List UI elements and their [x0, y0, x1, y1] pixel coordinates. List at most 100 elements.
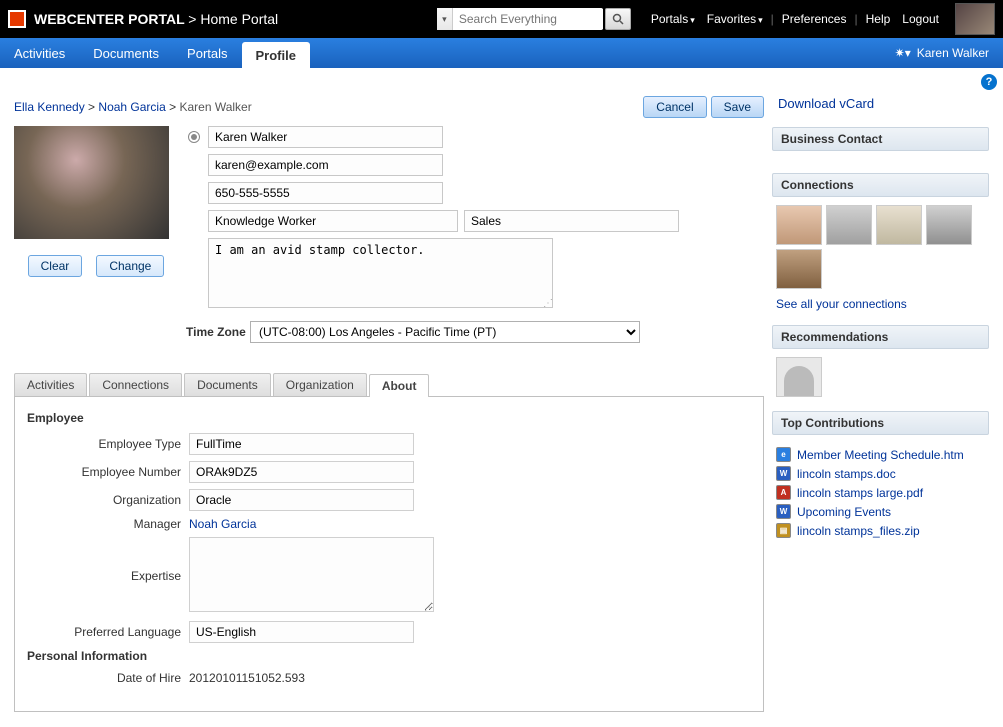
breadcrumb-current: Karen Walker — [179, 100, 251, 114]
top-links: Portals▾ Favorites▾ | Preferences | Help… — [645, 12, 945, 26]
gear-icon: ✷▾ — [895, 46, 911, 60]
expertise-label: Expertise — [27, 569, 189, 583]
file-doc-icon: W — [776, 504, 791, 519]
business-contact-header: Business Contact — [772, 127, 989, 151]
connection-avatar[interactable] — [926, 205, 972, 245]
connections-header: Connections — [772, 173, 989, 197]
department-input[interactable] — [464, 210, 679, 232]
connection-avatar[interactable] — [776, 205, 822, 245]
resize-grip-icon[interactable]: ⋰ — [543, 298, 551, 309]
file-link[interactable]: Member Meeting Schedule.htm — [797, 448, 964, 462]
manager-label: Manager — [27, 517, 189, 531]
file-doc-icon: W — [776, 466, 791, 481]
list-item: e Member Meeting Schedule.htm — [776, 447, 985, 462]
cancel-button[interactable]: Cancel — [643, 96, 706, 118]
search-scope-dropdown[interactable]: ▾ — [437, 8, 453, 30]
app-name: WEBCENTER PORTAL — [34, 11, 184, 27]
global-search: ▾ — [437, 8, 603, 30]
tab-about[interactable]: About — [369, 374, 430, 397]
hire-label: Date of Hire — [27, 671, 189, 685]
nav-user-name: Karen Walker — [917, 46, 989, 60]
list-item: Wlincoln stamps.doc — [776, 466, 985, 481]
download-vcard-link[interactable]: Download vCard — [778, 96, 989, 111]
tab-activities[interactable]: Activities — [14, 373, 87, 396]
list-item: W Upcoming Events — [776, 504, 985, 519]
emp-type-field[interactable] — [189, 433, 414, 455]
logo-icon — [8, 10, 26, 28]
recommendations-header: Recommendations — [772, 325, 989, 349]
personal-section-title: Personal Information — [27, 649, 751, 663]
app-section: Home Portal — [200, 11, 278, 27]
file-link[interactable]: lincoln stamps_files.zip — [797, 524, 920, 538]
emp-num-label: Employee Number — [27, 465, 189, 479]
emp-num-field[interactable] — [189, 461, 414, 483]
favorites-menu[interactable]: Favorites▾ — [707, 12, 763, 26]
save-button[interactable]: Save — [711, 96, 764, 118]
nav-documents[interactable]: Documents — [79, 38, 173, 68]
employee-section-title: Employee — [27, 411, 751, 425]
emp-type-label: Employee Type — [27, 437, 189, 451]
logout-link[interactable]: Logout — [902, 12, 939, 26]
portals-menu[interactable]: Portals▾ — [651, 12, 695, 26]
nav-user-menu[interactable]: ✷▾ Karen Walker — [895, 38, 1003, 68]
tab-documents[interactable]: Documents — [184, 373, 271, 396]
profile-photo — [14, 126, 169, 239]
phone-input[interactable] — [208, 182, 443, 204]
connections-list — [776, 205, 985, 289]
breadcrumb-link-1[interactable]: Ella Kennedy — [14, 100, 85, 114]
hire-value: 20120101151052.593 — [189, 671, 305, 685]
preferences-link[interactable]: Preferences — [782, 12, 847, 26]
current-user-avatar[interactable] — [955, 3, 995, 35]
contributions-list: e Member Meeting Schedule.htm Wlincoln st… — [776, 447, 985, 538]
top-bar: WEBCENTER PORTAL > Home Portal ▾ Portals… — [0, 0, 1003, 38]
clear-photo-button[interactable]: Clear — [28, 255, 83, 277]
bio-textarea[interactable] — [208, 238, 553, 308]
list-item: Alincoln stamps large.pdf — [776, 485, 985, 500]
top-contributions-header: Top Contributions — [772, 411, 989, 435]
lang-field[interactable] — [189, 621, 414, 643]
main-nav: Activities Documents Portals Profile ✷▾ … — [0, 38, 1003, 68]
search-icon — [612, 13, 624, 25]
connection-avatar[interactable] — [776, 249, 822, 289]
name-input[interactable] — [208, 126, 443, 148]
recommendation-avatar[interactable] — [776, 357, 822, 397]
timezone-label: Time Zone — [186, 325, 250, 339]
tab-connections[interactable]: Connections — [89, 373, 182, 396]
connection-avatar[interactable] — [826, 205, 872, 245]
person-silhouette-icon — [784, 366, 814, 396]
nav-profile[interactable]: Profile — [242, 42, 310, 68]
search-input[interactable] — [453, 9, 603, 29]
app-title: WEBCENTER PORTAL > Home Portal — [34, 11, 278, 27]
list-item: ▤ lincoln stamps_files.zip — [776, 523, 985, 538]
nav-activities[interactable]: Activities — [0, 38, 79, 68]
resize-grip-icon[interactable]: ⋰ — [424, 602, 432, 613]
breadcrumb: Ella Kennedy > Noah Garcia > Karen Walke… — [14, 100, 252, 114]
connection-avatar[interactable] — [876, 205, 922, 245]
file-link[interactable]: lincoln stamps large.pdf — [797, 486, 923, 500]
help-link[interactable]: Help — [866, 12, 891, 26]
file-zip-icon: ▤ — [776, 523, 791, 538]
email-input[interactable] — [208, 154, 443, 176]
expertise-field[interactable] — [189, 537, 434, 612]
search-button[interactable] — [605, 8, 631, 30]
see-all-connections-link[interactable]: See all your connections — [776, 297, 985, 311]
file-link[interactable]: Upcoming Events — [797, 505, 891, 519]
help-icon[interactable]: ? — [981, 74, 997, 90]
tab-organization[interactable]: Organization — [273, 373, 367, 396]
name-radio[interactable] — [188, 131, 200, 143]
tab-body-about: Employee Employee Type Employee Number O… — [14, 397, 764, 712]
breadcrumb-link-2[interactable]: Noah Garcia — [98, 100, 165, 114]
file-link[interactable]: lincoln stamps.doc — [797, 467, 896, 481]
manager-link[interactable]: Noah Garcia — [189, 517, 256, 531]
change-photo-button[interactable]: Change — [96, 255, 164, 277]
org-label: Organization — [27, 493, 189, 507]
org-field[interactable] — [189, 489, 414, 511]
file-pdf-icon: A — [776, 485, 791, 500]
profile-tabs: Activities Connections Documents Organiz… — [14, 373, 764, 397]
lang-label: Preferred Language — [27, 625, 189, 639]
timezone-select[interactable]: (UTC-08:00) Los Angeles - Pacific Time (… — [250, 321, 640, 343]
business-contact-body — [772, 151, 989, 173]
file-htm-icon: e — [776, 447, 791, 462]
jobtitle-input[interactable] — [208, 210, 458, 232]
nav-portals[interactable]: Portals — [173, 38, 241, 68]
